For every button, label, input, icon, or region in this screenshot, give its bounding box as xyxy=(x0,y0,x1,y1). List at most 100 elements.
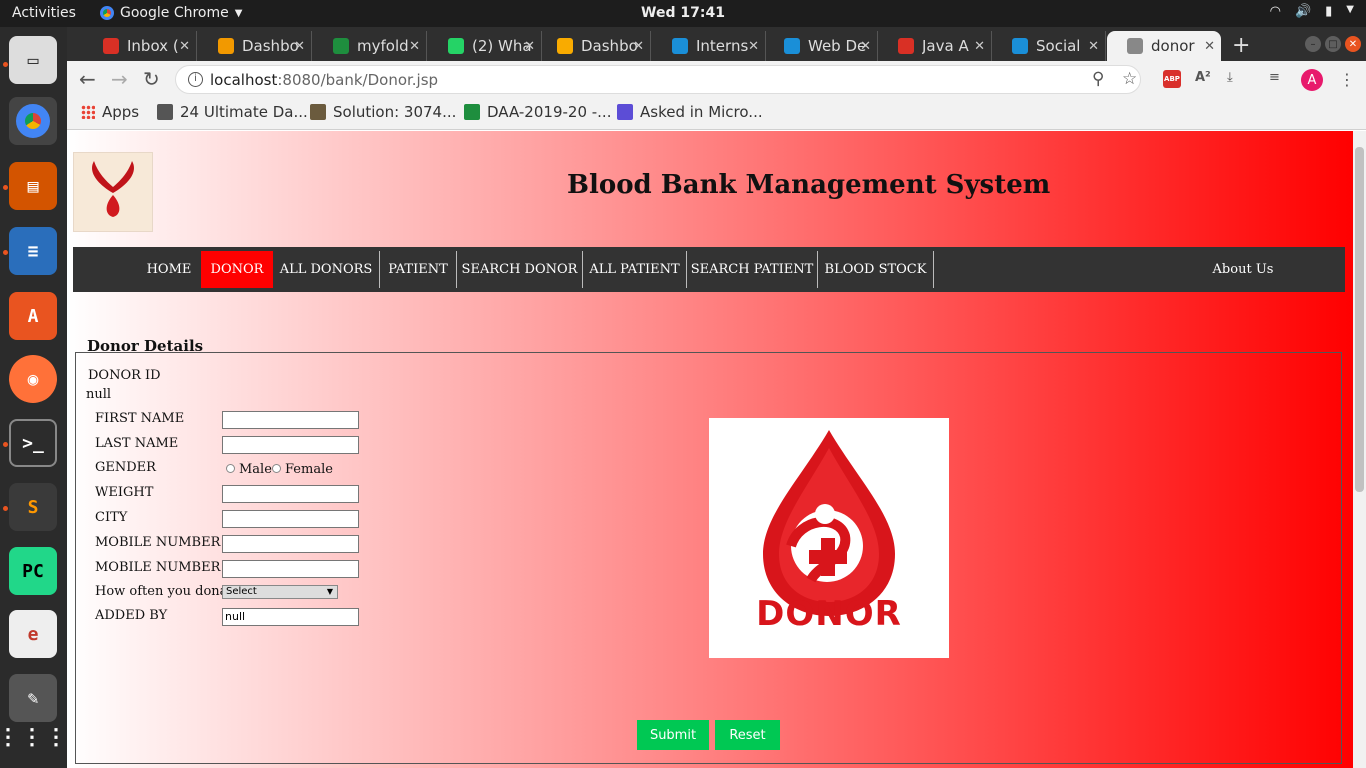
adblock-icon[interactable]: ABP xyxy=(1163,70,1181,88)
city-input[interactable] xyxy=(222,510,359,528)
new-tab-button[interactable]: + xyxy=(1232,33,1250,58)
scrollbar-thumb[interactable] xyxy=(1355,147,1364,492)
bookmark-label: DAA-2019-20 -... xyxy=(487,103,612,121)
sublime-text-icon[interactable]: S xyxy=(9,483,57,531)
browser-tab[interactable]: Dashbo ✕ xyxy=(198,31,312,61)
close-tab-icon[interactable]: ✕ xyxy=(974,39,985,54)
chevron-down-icon: ▼ xyxy=(1346,4,1354,15)
browser-tab[interactable]: Interns ✕ xyxy=(652,31,766,61)
close-tab-icon[interactable]: ✕ xyxy=(633,39,644,54)
close-tab-icon[interactable]: ✕ xyxy=(748,39,759,54)
writer-icon[interactable]: ≡ xyxy=(9,227,57,275)
info-icon[interactable]: i xyxy=(188,72,203,87)
close-tab-icon[interactable]: ✕ xyxy=(524,39,535,54)
minimize-button[interactable]: – xyxy=(1305,36,1321,52)
url-text[interactable]: localhost:8080/bank/Donor.jsp xyxy=(210,71,438,89)
java-icon xyxy=(898,38,914,54)
chrome-dock-icon[interactable] xyxy=(9,97,57,145)
browser-tab[interactable]: Inbox (✕ xyxy=(83,31,197,61)
added-by-input[interactable]: null xyxy=(222,608,359,626)
gender-female-radio[interactable] xyxy=(272,464,281,473)
browser-tab[interactable]: Web De ✕ xyxy=(764,31,878,61)
terminal-icon[interactable]: >_ xyxy=(9,419,57,467)
software-center-icon[interactable]: A xyxy=(9,292,57,340)
download-icon[interactable]: ⤓ xyxy=(1227,70,1233,85)
system-tray[interactable]: ◠ 🔊 ▮ ▼ xyxy=(1270,4,1354,19)
close-tab-icon[interactable]: ✕ xyxy=(860,39,871,54)
clock[interactable]: Wed 17:41 xyxy=(0,5,1366,21)
nav-item-all-donors[interactable]: ALL DONORS xyxy=(273,251,380,288)
bookmark-star-icon[interactable]: ☆ xyxy=(1122,69,1137,89)
forward-button[interactable]: → xyxy=(111,67,128,91)
bookmark-item[interactable]: Solution: 3074... xyxy=(310,103,456,121)
back-button[interactable]: ← xyxy=(79,67,96,91)
weight-input[interactable] xyxy=(222,485,359,503)
nav-item-donor[interactable]: DONOR xyxy=(201,251,273,288)
firefox-icon[interactable]: ◉ xyxy=(9,355,57,403)
nav-item-home[interactable]: HOME xyxy=(137,251,201,288)
first-name-input[interactable] xyxy=(222,411,359,429)
analytics-icon xyxy=(557,38,573,54)
bookmark-item[interactable]: Apps xyxy=(81,103,139,121)
browser-tab[interactable]: (2) Wha ✕ xyxy=(428,31,542,61)
maximize-button[interactable]: □ xyxy=(1325,36,1341,52)
close-tab-icon[interactable]: ✕ xyxy=(179,39,190,54)
pycharm-icon[interactable]: PC xyxy=(9,547,57,595)
nav-item-patient[interactable]: PATIENT xyxy=(380,251,457,288)
address-bar[interactable]: i localhost:8080/bank/Donor.jsp ⚲ ☆ xyxy=(175,65,1141,94)
browser-tab[interactable]: Java A ✕ xyxy=(878,31,992,61)
bookmark-item[interactable]: 24 Ultimate Da... xyxy=(157,103,308,121)
running-indicator xyxy=(3,250,8,255)
close-window-button[interactable]: ✕ xyxy=(1345,36,1361,52)
frequency-select[interactable]: Select ▼ xyxy=(222,585,338,599)
internshala-icon xyxy=(1012,38,1028,54)
last-name-input[interactable] xyxy=(222,436,359,454)
globe-icon xyxy=(1127,38,1143,54)
menu-kebab-icon[interactable]: ⋮ xyxy=(1339,70,1355,89)
mobile-1-input[interactable] xyxy=(222,535,359,553)
show-applications-icon[interactable]: ⋮⋮⋮ xyxy=(0,713,67,761)
eclipse-icon[interactable]: e xyxy=(9,610,57,658)
mobile-2-label: MOBILE NUMBER 2 xyxy=(95,560,233,575)
reset-button[interactable]: Reset xyxy=(715,720,780,750)
donor-illustration: DONOR xyxy=(709,418,949,658)
profile-avatar[interactable]: A xyxy=(1301,69,1323,91)
bookmark-label: Asked in Micro... xyxy=(640,103,763,121)
bookmark-label: 24 Ultimate Da... xyxy=(180,103,308,121)
nav-item-search-patient[interactable]: SEARCH PATIENT xyxy=(687,251,818,288)
donor-image-text: DONOR xyxy=(756,594,902,634)
blood-bank-logo xyxy=(73,152,153,232)
gender-label: GENDER xyxy=(95,460,156,475)
close-tab-icon[interactable]: ✕ xyxy=(1204,39,1215,54)
mobile-2-input[interactable] xyxy=(222,560,359,578)
browser-tab[interactable]: Social ✕ xyxy=(992,31,1106,61)
impress-icon[interactable]: ▤ xyxy=(9,162,57,210)
close-tab-icon[interactable]: ✕ xyxy=(409,39,420,54)
translate-icon[interactable]: A² xyxy=(1195,70,1211,85)
nav-item-search-donor[interactable]: SEARCH DONOR xyxy=(457,251,583,288)
zoom-icon[interactable]: ⚲ xyxy=(1092,69,1104,89)
gmail-icon xyxy=(103,38,119,54)
browser-tab[interactable]: donor ✕ xyxy=(1107,31,1221,61)
mobile-1-label: MOBILE NUMBER 1 xyxy=(95,535,233,550)
browser-tab[interactable]: myfold ✕ xyxy=(313,31,427,61)
gender-female-label[interactable]: Female xyxy=(285,462,333,477)
bookmark-item[interactable]: DAA-2019-20 -... xyxy=(464,103,611,121)
nav-item-blood-stock[interactable]: BLOOD STOCK xyxy=(818,251,934,288)
bookmark-item[interactable]: Asked in Micro... xyxy=(617,103,763,121)
page-scrollbar[interactable] xyxy=(1353,131,1366,768)
running-indicator xyxy=(3,185,8,190)
submit-button[interactable]: Submit xyxy=(637,720,709,750)
dock: ▭ ▤ ≡ A ◉ >_ S PC e ✎ ⋮⋮⋮ xyxy=(0,27,67,768)
media-controls-icon[interactable]: ≡ xyxy=(1269,70,1280,85)
gender-male-radio[interactable] xyxy=(226,464,235,473)
gender-male-label[interactable]: Male xyxy=(239,462,272,477)
reload-button[interactable]: ↻ xyxy=(143,67,160,91)
nav-item-all-patient[interactable]: ALL PATIENT xyxy=(583,251,687,288)
form-icon xyxy=(617,104,633,120)
files-icon[interactable]: ▭ xyxy=(9,36,57,84)
nav-item-about-us[interactable]: About Us xyxy=(1207,251,1279,288)
close-tab-icon[interactable]: ✕ xyxy=(1088,39,1099,54)
browser-tab[interactable]: Dashbo ✕ xyxy=(537,31,651,61)
close-tab-icon[interactable]: ✕ xyxy=(294,39,305,54)
